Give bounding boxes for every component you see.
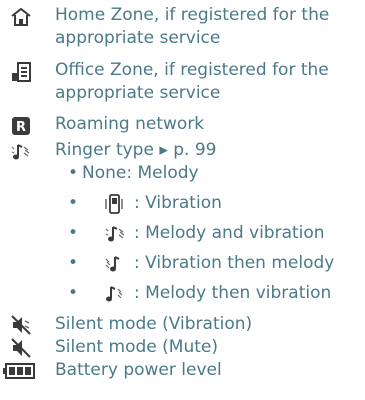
svg-text:R: R bbox=[16, 120, 26, 135]
ringer-option-text: : Vibration bbox=[134, 193, 222, 213]
vibration-icon bbox=[104, 193, 124, 220]
ringer-type-icon bbox=[10, 141, 32, 163]
battery-icon bbox=[2, 363, 36, 385]
roaming-icon: R bbox=[10, 115, 32, 137]
battery-label: Battery power level bbox=[55, 360, 222, 380]
bullet: • bbox=[68, 193, 79, 213]
melody-vibration-icon bbox=[104, 223, 126, 250]
bullet: • bbox=[68, 283, 79, 303]
home-zone-line-1: Home Zone, if registered for the bbox=[55, 5, 330, 25]
office-zone-icon bbox=[10, 61, 32, 83]
silent-vibration-icon bbox=[10, 314, 32, 336]
ringer-option-text: : Vibration then melody bbox=[134, 253, 335, 273]
office-zone-line-1: Office Zone, if registered for the bbox=[55, 60, 329, 80]
bullet: • bbox=[68, 163, 79, 183]
ringer-type-label: Ringer type ▸ p. 99 bbox=[55, 140, 217, 160]
home-zone-line-2: appropriate service bbox=[55, 28, 221, 48]
home-zone-icon bbox=[10, 6, 32, 28]
silent-mute-icon bbox=[10, 337, 32, 359]
bullet: • bbox=[68, 223, 79, 243]
melody-then-vibration-icon bbox=[104, 283, 126, 310]
silent-vibration-label: Silent mode (Vibration) bbox=[55, 314, 253, 334]
bullet: • bbox=[68, 253, 79, 273]
ringer-option-text: None: Melody bbox=[82, 163, 199, 183]
vibration-then-melody-icon bbox=[104, 253, 126, 280]
silent-mute-label: Silent mode (Mute) bbox=[55, 337, 218, 357]
roaming-label: Roaming network bbox=[55, 114, 205, 134]
ringer-option-text: : Melody then vibration bbox=[134, 283, 332, 303]
office-zone-line-2: appropriate service bbox=[55, 83, 221, 103]
ringer-option-text: : Melody and vibration bbox=[134, 223, 325, 243]
